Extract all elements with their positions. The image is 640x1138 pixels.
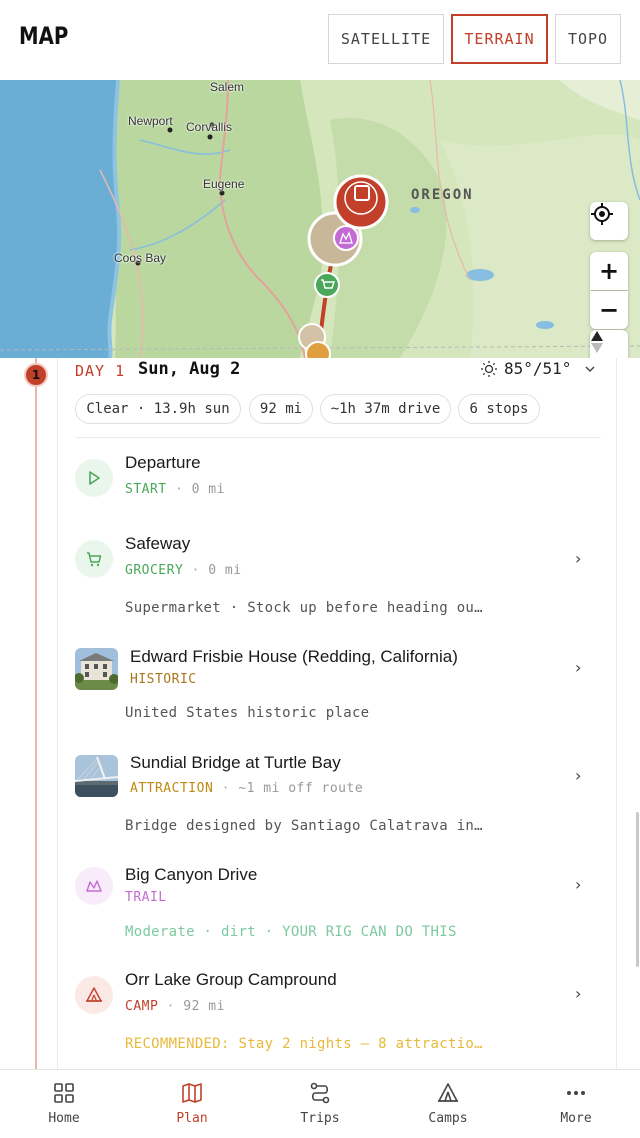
- stop-meta: GROCERY · 0 mi: [125, 563, 242, 578]
- map-label-corvallis: Corvallis: [186, 120, 233, 134]
- locate-button[interactable]: [590, 202, 628, 240]
- stop-description: United States historic place: [125, 705, 370, 721]
- chevron-right-icon: ›: [575, 875, 582, 894]
- distance-pill: 92 mi: [249, 394, 313, 424]
- nav-label: Camps: [428, 1111, 468, 1126]
- bottom-nav: Home Plan Trips Camps More: [0, 1069, 640, 1138]
- nav-label: Trips: [300, 1111, 340, 1126]
- day-number-badge: 1: [24, 363, 48, 387]
- stop-meta: TRAIL: [125, 890, 167, 905]
- meta-separator: ·: [166, 999, 175, 1014]
- chevron-right-icon: ›: [575, 984, 582, 1003]
- stop-type: HISTORIC: [130, 672, 197, 687]
- topo-button[interactable]: TOPO: [555, 14, 621, 64]
- zoom-in-icon: +: [598, 257, 620, 285]
- stop-meta: START · 0 mi: [125, 482, 225, 497]
- nav-plan[interactable]: Plan: [128, 1070, 256, 1138]
- nav-home[interactable]: Home: [0, 1070, 128, 1138]
- terrain-map-base: [0, 80, 640, 358]
- stop-meta: HISTORIC: [130, 672, 197, 687]
- map-label-coos-bay: Coos Bay: [114, 251, 167, 265]
- zoom-out-button[interactable]: −: [590, 291, 628, 329]
- stop-name: Edward Frisbie House (Redding, Californi…: [130, 647, 458, 666]
- meta-separator: ·: [221, 781, 230, 796]
- stop-name: Departure: [125, 453, 201, 472]
- tent-icon: [436, 1080, 460, 1106]
- stop-description: Supermarket · Stock up before heading ou…: [125, 600, 483, 616]
- cart-icon: [75, 540, 113, 578]
- stops-pill: 6 stops: [458, 394, 540, 424]
- stop-type: TRAIL: [125, 890, 167, 905]
- compass-icon: [591, 331, 603, 353]
- nav-label: Home: [48, 1111, 80, 1126]
- stop-description: RECOMMENDED: Stay 2 nights — 8 attractio…: [125, 1036, 483, 1052]
- mountain-icon: [75, 867, 113, 905]
- drive-time-pill: ~1h 37m drive: [320, 394, 451, 424]
- stop-name: Safeway: [125, 534, 191, 553]
- stop-meta: ATTRACTION · ~1 mi off route: [130, 781, 363, 796]
- nav-label: Plan: [176, 1111, 208, 1126]
- zoom-out-icon: −: [598, 296, 620, 324]
- weather-temps: 85°/51°: [504, 359, 572, 378]
- day-card: DAY 1 Sun, Aug 2 85°/51° Clear · 13.9h s…: [57, 358, 617, 1069]
- page-title: MAP: [19, 22, 69, 50]
- stop-name: Orr Lake Group Campround: [125, 970, 337, 989]
- grid-icon: [52, 1080, 76, 1106]
- stop-distance: 0 mi: [191, 482, 225, 497]
- day-date: Sun, Aug 2: [138, 359, 241, 379]
- stop-distance: 0 mi: [208, 563, 242, 578]
- stop-name: Big Canyon Drive: [125, 865, 258, 884]
- meta-separator: ·: [174, 482, 184, 497]
- day-label: DAY 1: [75, 362, 126, 380]
- conditions-pill: Clear · 13.9h sun: [75, 394, 241, 424]
- sun-icon: [481, 360, 497, 377]
- weather-toggle[interactable]: 85°/51°: [480, 359, 597, 378]
- bridge-photo: [75, 755, 118, 797]
- satellite-button[interactable]: SATELLITE: [328, 14, 444, 64]
- map-label-salem: Salem: [210, 80, 245, 94]
- locate-icon: [591, 203, 613, 225]
- map-label-eugene: Eugene: [203, 177, 245, 191]
- zoom-in-button[interactable]: +: [590, 252, 628, 290]
- divider: [75, 437, 601, 438]
- stop-distance: 92 mi: [183, 999, 225, 1014]
- stop-detour: ~1 mi off route: [238, 781, 364, 796]
- top-bar: MAP SATELLITE TERRAIN TOPO: [0, 0, 640, 80]
- nav-camps[interactable]: Camps: [384, 1070, 512, 1138]
- stop-type: GROCERY: [125, 563, 184, 578]
- more-dots-icon: [564, 1080, 588, 1106]
- map-label-newport: Newport: [128, 114, 173, 128]
- chevron-right-icon: ›: [575, 549, 582, 568]
- chevron-right-icon: ›: [575, 766, 582, 785]
- timeline-line: [35, 358, 37, 1069]
- chevron-down-icon: [585, 365, 595, 372]
- stop-meta: CAMP · 92 mi: [125, 999, 225, 1014]
- stop-name: Sundial Bridge at Turtle Bay: [130, 753, 341, 772]
- play-icon: [75, 459, 113, 497]
- itinerary-panel: 1 DAY 1 Sun, Aug 2 85°/51° Clear · 13.9h…: [0, 358, 640, 1069]
- stop-type: ATTRACTION: [130, 781, 214, 796]
- map-label-state: OREGON: [411, 187, 474, 203]
- terrain-button[interactable]: TERRAIN: [451, 14, 548, 64]
- stop-description: Bridge designed by Santiago Calatrava in…: [125, 818, 483, 834]
- route-icon: [308, 1080, 332, 1106]
- scrollbar[interactable]: [636, 812, 639, 967]
- chevron-right-icon: ›: [575, 658, 582, 677]
- map-view[interactable]: Salem Newport Corvallis Eugene Coos Bay …: [0, 80, 640, 358]
- nav-more[interactable]: More: [512, 1070, 640, 1138]
- map-icon: [180, 1080, 204, 1106]
- nav-label: More: [560, 1111, 592, 1126]
- stop-type: START: [125, 482, 167, 497]
- nav-trips[interactable]: Trips: [256, 1070, 384, 1138]
- tent-icon: [75, 976, 113, 1014]
- stop-description: Moderate · dirt · YOUR RIG CAN DO THIS: [125, 924, 457, 940]
- house-photo: [75, 648, 118, 690]
- meta-separator: ·: [191, 563, 200, 578]
- stop-type: CAMP: [125, 999, 159, 1014]
- compass-button[interactable]: [590, 330, 628, 358]
